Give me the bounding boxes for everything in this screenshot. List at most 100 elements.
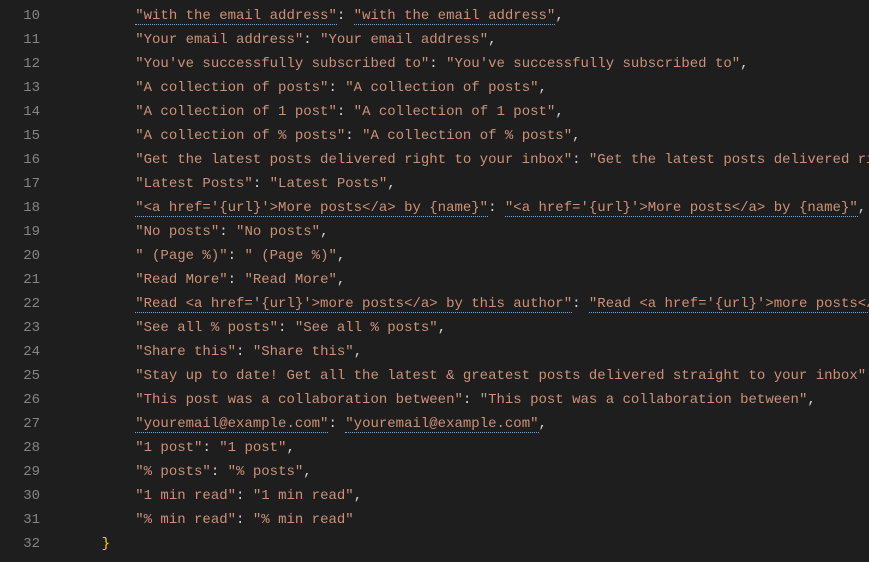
line-number: 19: [0, 220, 60, 244]
json-key: "Stay up to date! Get all the latest & g…: [135, 368, 866, 384]
json-key: "A collection of posts": [135, 80, 328, 96]
code-line[interactable]: "% posts": "% posts",: [68, 460, 869, 484]
comma: ,: [488, 32, 496, 48]
code-area[interactable]: "with the email address": "with the emai…: [60, 0, 869, 562]
colon: :: [253, 176, 270, 192]
code-line[interactable]: "No posts": "No posts",: [68, 220, 869, 244]
line-number: 12: [0, 52, 60, 76]
line-number: 32: [0, 532, 60, 556]
comma: ,: [337, 272, 345, 288]
json-value: "% posts": [228, 464, 304, 480]
line-number: 27: [0, 412, 60, 436]
code-line[interactable]: "Stay up to date! Get all the latest & g…: [68, 364, 869, 388]
code-line[interactable]: "Read <a href='{url}'>more posts</a> by …: [68, 292, 869, 316]
line-number: 10: [0, 4, 60, 28]
colon: :: [328, 416, 345, 432]
code-line[interactable]: " (Page %)": " (Page %)",: [68, 244, 869, 268]
line-number: 28: [0, 436, 60, 460]
json-key: " (Page %)": [135, 248, 227, 264]
comma: ,: [354, 344, 362, 360]
line-number: 23: [0, 316, 60, 340]
colon: :: [228, 248, 245, 264]
comma: ,: [438, 320, 446, 336]
comma: ,: [320, 224, 328, 240]
code-line[interactable]: "You've successfully subscribed to": "Yo…: [68, 52, 869, 76]
colon: :: [219, 224, 236, 240]
json-value: "% min read": [253, 512, 354, 528]
json-value: "Get the latest posts delivered right to…: [589, 152, 869, 168]
comma: ,: [354, 488, 362, 504]
colon: :: [572, 296, 589, 312]
json-key: "with the email address": [135, 8, 337, 25]
comma: ,: [539, 416, 547, 432]
comma: ,: [303, 464, 311, 480]
code-line[interactable]: "youremail@example.com": "youremail@exam…: [68, 412, 869, 436]
line-number: 30: [0, 484, 60, 508]
line-number: 17: [0, 172, 60, 196]
json-value: "Latest Posts": [270, 176, 388, 192]
code-editor[interactable]: 1011121314151617181920212223242526272829…: [0, 0, 869, 562]
code-line[interactable]: }: [68, 532, 869, 556]
comma: ,: [555, 104, 563, 120]
json-value: "See all % posts": [295, 320, 438, 336]
colon: :: [572, 152, 589, 168]
comma: ,: [286, 440, 294, 456]
line-number-gutter: 1011121314151617181920212223242526272829…: [0, 0, 60, 562]
json-key: "Latest Posts": [135, 176, 253, 192]
code-line[interactable]: "Latest Posts": "Latest Posts",: [68, 172, 869, 196]
json-value: "You've successfully subscribed to": [446, 56, 740, 72]
line-number: 29: [0, 460, 60, 484]
colon: :: [488, 200, 505, 216]
json-key: "See all % posts": [135, 320, 278, 336]
json-key: "% posts": [135, 464, 211, 480]
code-line[interactable]: "1 post": "1 post",: [68, 436, 869, 460]
json-value: "This post was a collaboration between": [480, 392, 808, 408]
code-line[interactable]: "1 min read": "1 min read",: [68, 484, 869, 508]
line-number: 31: [0, 508, 60, 532]
code-line[interactable]: "Share this": "Share this",: [68, 340, 869, 364]
json-key: "% min read": [135, 512, 236, 528]
code-line[interactable]: "A collection of 1 post": "A collection …: [68, 100, 869, 124]
json-key: "1 min read": [135, 488, 236, 504]
colon: :: [429, 56, 446, 72]
code-line[interactable]: "Read More": "Read More",: [68, 268, 869, 292]
code-line[interactable]: "A collection of % posts": "A collection…: [68, 124, 869, 148]
code-line[interactable]: "<a href='{url}'>More posts</a> by {name…: [68, 196, 869, 220]
code-line[interactable]: "A collection of posts": "A collection o…: [68, 76, 869, 100]
line-number: 14: [0, 100, 60, 124]
colon: :: [328, 80, 345, 96]
json-value: "A collection of posts": [345, 80, 538, 96]
code-line[interactable]: "See all % posts": "See all % posts",: [68, 316, 869, 340]
code-line[interactable]: "with the email address": "with the emai…: [68, 4, 869, 28]
comma: ,: [807, 392, 815, 408]
json-value: "with the email address": [354, 8, 556, 25]
comma: ,: [555, 8, 563, 24]
line-number: 18: [0, 196, 60, 220]
line-number: 11: [0, 28, 60, 52]
json-value: "Your email address": [320, 32, 488, 48]
json-key: "youremail@example.com": [135, 416, 328, 433]
json-value: "A collection of % posts": [362, 128, 572, 144]
code-line[interactable]: "% min read": "% min read": [68, 508, 869, 532]
comma: ,: [858, 200, 866, 216]
json-value: "youremail@example.com": [345, 416, 538, 433]
colon: :: [345, 128, 362, 144]
comma: ,: [572, 128, 580, 144]
json-key: "<a href='{url}'>More posts</a> by {name…: [135, 200, 488, 217]
json-key: "A collection of 1 post": [135, 104, 337, 120]
colon: :: [337, 104, 354, 120]
json-key: "Read More": [135, 272, 227, 288]
code-line[interactable]: "Get the latest posts delivered right to…: [68, 148, 869, 172]
colon: :: [236, 488, 253, 504]
json-value: " (Page %)": [244, 248, 336, 264]
code-line[interactable]: "Your email address": "Your email addres…: [68, 28, 869, 52]
json-key: "Read <a href='{url}'>more posts</a> by …: [135, 296, 572, 313]
line-number: 13: [0, 76, 60, 100]
json-value: "<a href='{url}'>More posts</a> by {name…: [505, 200, 858, 217]
json-value: "A collection of 1 post": [354, 104, 556, 120]
colon: :: [202, 440, 219, 456]
json-value: "1 post": [219, 440, 286, 456]
json-key: "You've successfully subscribed to": [135, 56, 429, 72]
line-number: 21: [0, 268, 60, 292]
code-line[interactable]: "This post was a collaboration between":…: [68, 388, 869, 412]
